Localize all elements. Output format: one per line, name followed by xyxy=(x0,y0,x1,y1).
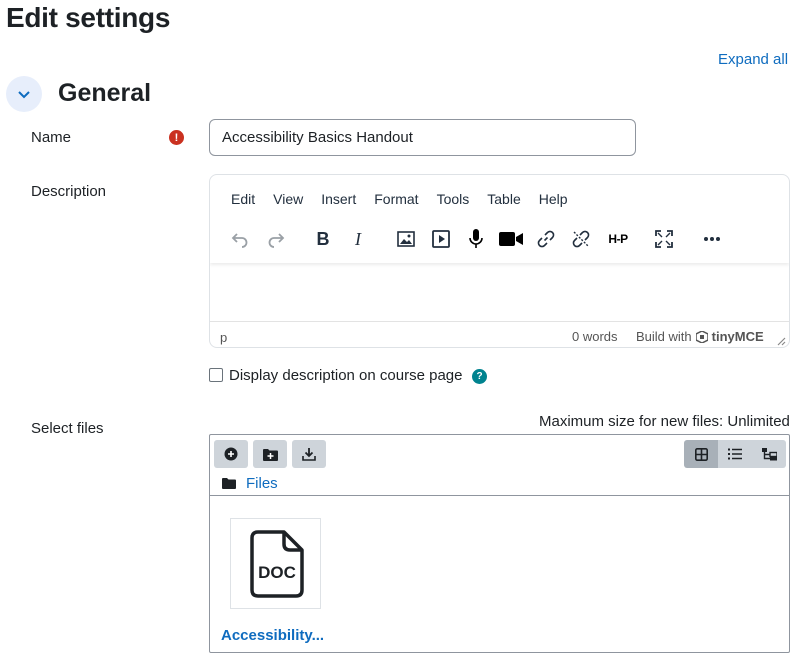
section-title: General xyxy=(58,79,152,107)
view-tree-button[interactable] xyxy=(752,440,786,468)
menu-view[interactable]: View xyxy=(264,187,312,211)
file-picker: Files DOC Accessibility... xyxy=(209,434,790,653)
build-with-label: Build with xyxy=(636,329,692,344)
menu-table[interactable]: Table xyxy=(478,187,529,211)
microphone-icon[interactable] xyxy=(462,225,490,253)
italic-icon[interactable]: I xyxy=(344,225,372,253)
tinymce-logo[interactable]: tinyMCE xyxy=(712,329,764,344)
files-root-link[interactable]: Files xyxy=(246,475,278,492)
plus-circle-icon xyxy=(224,447,238,461)
required-icon: ! xyxy=(169,130,184,145)
view-icons-button[interactable] xyxy=(684,440,718,468)
menu-help[interactable]: Help xyxy=(530,187,577,211)
description-label: Description xyxy=(31,183,107,200)
max-file-size: Maximum size for new files: Unlimited xyxy=(539,413,790,430)
page-title: Edit settings xyxy=(6,2,171,33)
create-folder-button[interactable] xyxy=(253,440,287,468)
resize-handle-icon[interactable] xyxy=(776,336,786,346)
file-name-link[interactable]: Accessibility... xyxy=(221,627,324,644)
list-icon xyxy=(728,448,742,460)
name-label: Name xyxy=(31,129,72,146)
folder-icon xyxy=(222,478,236,489)
description-editor: Edit View Insert Format Tools Table Help… xyxy=(209,174,790,348)
build-with: Build with tinyMCE xyxy=(636,329,764,344)
download-button[interactable] xyxy=(292,440,326,468)
file-thumbnail[interactable]: DOC xyxy=(230,518,321,609)
display-description-checkbox[interactable] xyxy=(209,368,223,382)
word-count[interactable]: 0 words xyxy=(572,329,618,344)
tree-icon xyxy=(761,447,777,460)
help-icon[interactable]: ? xyxy=(472,369,487,384)
menu-insert[interactable]: Insert xyxy=(312,187,365,211)
doc-type-label: DOC xyxy=(258,563,296,582)
fullscreen-icon[interactable] xyxy=(650,225,678,253)
element-path[interactable]: p xyxy=(220,330,227,345)
chevron-down-icon xyxy=(18,91,30,99)
undo-icon[interactable] xyxy=(226,225,254,253)
more-icon[interactable] xyxy=(698,225,726,253)
section-collapse-button[interactable] xyxy=(6,76,42,112)
doc-file-icon: DOC xyxy=(249,529,304,598)
download-icon xyxy=(302,448,316,461)
menu-tools[interactable]: Tools xyxy=(428,187,479,211)
folder-plus-icon xyxy=(262,448,278,461)
view-list-button[interactable] xyxy=(718,440,752,468)
file-breadcrumb: Files xyxy=(222,475,278,492)
file-picker-divider xyxy=(210,495,789,496)
editor-statusbar: p 0 words Build with tinyMCE xyxy=(210,321,789,347)
display-description-label: Display description on course page xyxy=(229,367,463,384)
menu-edit[interactable]: Edit xyxy=(210,187,264,211)
grid-icon xyxy=(694,447,708,461)
tinymce-logo-icon xyxy=(695,330,708,343)
link-icon[interactable] xyxy=(532,225,560,253)
name-input[interactable] xyxy=(209,119,636,156)
menu-format[interactable]: Format xyxy=(365,187,427,211)
h5p-icon[interactable]: H-P xyxy=(603,225,633,253)
redo-icon[interactable] xyxy=(262,225,290,253)
select-files-label: Select files xyxy=(31,420,104,437)
media-icon[interactable] xyxy=(427,225,455,253)
video-camera-icon[interactable] xyxy=(497,225,525,253)
unlink-icon[interactable] xyxy=(567,225,595,253)
expand-all-link[interactable]: Expand all xyxy=(718,51,788,68)
add-file-button[interactable] xyxy=(214,440,248,468)
image-icon[interactable] xyxy=(392,225,420,253)
editor-menubar: Edit View Insert Format Tools Table Help xyxy=(210,187,577,211)
bold-icon[interactable]: B xyxy=(309,225,337,253)
